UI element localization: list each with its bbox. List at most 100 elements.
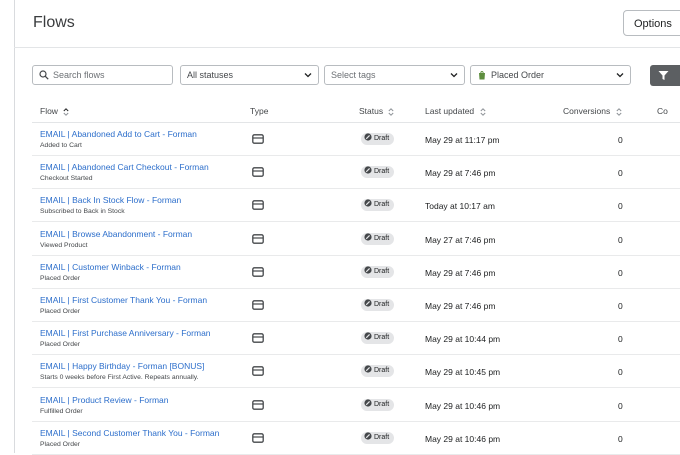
- table-row[interactable]: EMAIL | Happy Birthday - Forman [BONUS] …: [32, 355, 680, 389]
- email-icon: [252, 134, 264, 144]
- status-badge-label: Draft: [374, 234, 390, 242]
- last-updated: May 29 at 10:44 pm: [425, 334, 501, 345]
- page-title: Flows: [33, 14, 75, 31]
- flow-trigger: Checkout Started: [40, 175, 93, 183]
- search-input[interactable]: Search flows: [32, 65, 173, 85]
- draft-icon: [364, 365, 372, 373]
- flow-name-link[interactable]: EMAIL | Happy Birthday - Forman [BONUS]: [40, 361, 204, 371]
- flow-name-link[interactable]: EMAIL | First Customer Thank You - Forma…: [40, 295, 207, 305]
- last-updated: May 29 at 11:17 pm: [425, 135, 500, 145]
- chevron-down-icon: [304, 73, 312, 78]
- flow-name-link[interactable]: EMAIL | Product Review - Forman: [40, 395, 169, 405]
- table-row[interactable]: EMAIL | Customer Winback - Forman Placed…: [32, 256, 680, 289]
- last-updated: May 29 at 10:46 pm: [425, 433, 501, 444]
- table-row[interactable]: EMAIL | Abandoned Add to Cart - Forman A…: [32, 123, 680, 156]
- status-badge: Draft: [361, 232, 395, 245]
- last-updated: May 29 at 7:46 pm: [425, 301, 496, 311]
- email-icon: [252, 300, 264, 310]
- column-header-truncated: Co: [657, 106, 668, 116]
- conversions-value: 0: [618, 400, 623, 411]
- status-badge-label: Draft: [374, 367, 390, 375]
- search-placeholder: Search flows: [53, 70, 105, 80]
- trigger-select-value: Placed Order: [491, 70, 545, 80]
- table-row[interactable]: EMAIL | First Purchase Anniversary - For…: [32, 322, 680, 356]
- email-icon: [252, 167, 264, 178]
- status-select-value: All statuses: [187, 70, 234, 80]
- conversions-value: 0: [618, 168, 623, 179]
- column-header-status-label: Status: [359, 106, 384, 116]
- table-row[interactable]: EMAIL | First Customer Thank You - Forma…: [32, 289, 680, 322]
- draft-icon: [364, 398, 372, 407]
- email-icon: [252, 399, 264, 410]
- column-header-flow[interactable]: Flow: [40, 106, 69, 116]
- sort-icon: [479, 107, 486, 116]
- status-badge-label: Draft: [374, 433, 390, 441]
- flow-name-link[interactable]: EMAIL | Back In Stock Flow - Forman: [40, 195, 181, 205]
- flow-name-link[interactable]: EMAIL | Abandoned Cart Checkout - Forman: [40, 162, 209, 172]
- draft-icon: [364, 266, 372, 274]
- flow-trigger: Viewed Product: [40, 241, 88, 249]
- tags-select[interactable]: Select tags: [324, 65, 465, 85]
- status-badge-label: Draft: [374, 168, 390, 176]
- column-header-last-updated[interactable]: Last updated: [425, 106, 486, 116]
- last-updated: May 27 at 7:46 pm: [425, 234, 496, 245]
- sort-icon: [388, 107, 395, 116]
- filter-button[interactable]: [650, 65, 680, 86]
- status-badge: Draft: [361, 199, 395, 212]
- draft-icon: [364, 166, 372, 174]
- table-row[interactable]: EMAIL | Back In Stock Flow - Forman Subs…: [32, 189, 680, 223]
- conversions-value: 0: [618, 201, 623, 212]
- email-icon: [252, 366, 264, 377]
- email-icon: [252, 266, 264, 277]
- status-badge: Draft: [361, 398, 395, 411]
- options-button[interactable]: Options: [623, 10, 680, 36]
- status-badge: Draft: [361, 332, 395, 345]
- email-icon: [252, 200, 264, 211]
- draft-icon: [364, 199, 372, 207]
- status-badge: Draft: [361, 133, 395, 145]
- status-badge-label: Draft: [374, 201, 390, 209]
- flow-trigger: Fulfilled Order: [40, 407, 83, 415]
- status-badge-label: Draft: [374, 334, 390, 342]
- status-badge-label: Draft: [374, 301, 390, 308]
- email-icon: [252, 432, 264, 443]
- conversions-value: 0: [618, 234, 623, 245]
- flow-trigger: Placed Order: [40, 440, 81, 448]
- table-row[interactable]: EMAIL | Second Customer Thank You - Form…: [32, 422, 680, 455]
- last-updated: May 29 at 7:46 pm: [425, 267, 496, 278]
- flow-name-link[interactable]: EMAIL | Browse Abandonment - Forman: [40, 229, 192, 239]
- header-divider: [14, 47, 680, 48]
- flow-name-link[interactable]: EMAIL | Second Customer Thank You - Form…: [40, 428, 219, 438]
- flow-trigger: Placed Order: [40, 308, 81, 315]
- flow-trigger: Placed Order: [40, 341, 81, 349]
- column-header-status[interactable]: Status: [359, 106, 395, 116]
- draft-icon: [364, 432, 372, 440]
- chevron-down-icon: [616, 73, 624, 78]
- column-header-conversions[interactable]: Conversions: [563, 106, 622, 116]
- flow-name-link[interactable]: EMAIL | Customer Winback - Forman: [40, 262, 181, 272]
- chevron-down-icon: [450, 73, 458, 78]
- email-icon: [252, 233, 264, 244]
- table-row[interactable]: EMAIL | Abandoned Cart Checkout - Forman…: [32, 156, 680, 190]
- left-border: [14, 0, 15, 453]
- table-row[interactable]: EMAIL | Product Review - Forman Fulfille…: [32, 389, 680, 422]
- status-select[interactable]: All statuses: [180, 65, 319, 85]
- flow-trigger: Added to Cart: [40, 142, 82, 149]
- status-badge-label: Draft: [374, 135, 390, 142]
- conversions-value: 0: [618, 135, 623, 145]
- flow-name-link[interactable]: EMAIL | First Purchase Anniversary - For…: [40, 328, 211, 338]
- tags-select-placeholder: Select tags: [331, 70, 376, 80]
- email-icon: [252, 333, 264, 344]
- conversions-value: 0: [618, 334, 623, 345]
- table-row[interactable]: EMAIL | Browse Abandonment - Forman View…: [32, 223, 680, 256]
- status-badge: Draft: [361, 431, 395, 444]
- trigger-select[interactable]: Placed Order: [470, 65, 631, 85]
- flow-name-link[interactable]: EMAIL | Abandoned Add to Cart - Forman: [40, 129, 197, 139]
- sort-ascending-icon: [63, 107, 69, 116]
- column-header-flow-label: Flow: [40, 106, 58, 116]
- flow-trigger: Subscribed to Back in Stock: [40, 208, 125, 216]
- conversions-value: 0: [618, 367, 623, 378]
- conversions-value: 0: [618, 267, 623, 278]
- status-badge-label: Draft: [374, 400, 390, 408]
- status-badge-label: Draft: [374, 267, 390, 275]
